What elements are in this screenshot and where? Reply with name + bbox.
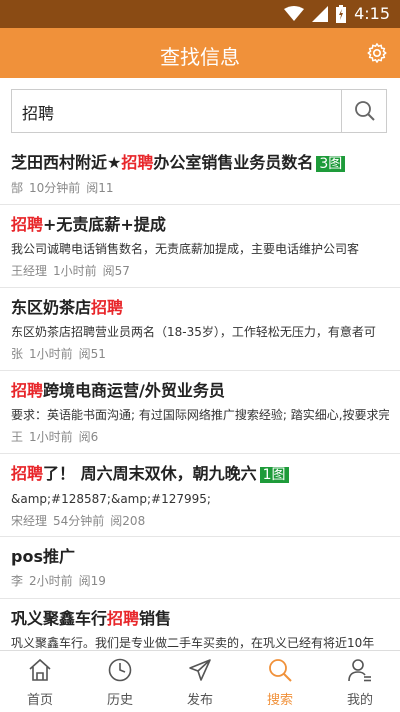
app-bar: 查找信息	[0, 28, 400, 78]
list-item[interactable]: 招聘了！ 周六周末双休，朝九晚六 1图 &amp;#128587;&amp;#12…	[0, 454, 400, 537]
bottom-tab-bar: 首页 历史 发布 搜索 我的	[0, 650, 400, 712]
item-meta: 张 1小时前 阅51	[11, 347, 106, 361]
search-input[interactable]	[20, 98, 344, 126]
item-title: pos推广	[11, 547, 75, 566]
tab-label: 搜索	[266, 693, 293, 708]
clock-icon	[108, 658, 132, 682]
search-button[interactable]	[341, 90, 386, 132]
item-description: 东区奶茶店招聘营业员两名（18-35岁），工作轻松无压力，有意者可	[11, 325, 376, 339]
gear-icon[interactable]	[366, 42, 388, 64]
tab-label: 发布	[186, 693, 213, 708]
list-item[interactable]: 东区奶茶店招聘 东区奶茶店招聘营业员两名（18-35岁），工作轻松无压力，有意者…	[0, 288, 400, 371]
status-bar: 4:15	[0, 0, 400, 28]
signal-icon	[312, 5, 329, 22]
item-title: 东区奶茶店招聘	[11, 298, 124, 317]
send-icon	[189, 659, 211, 681]
item-description: 要求：英语能书面沟通; 有过国际网络推广搜索经验; 踏实细心,按要求完	[11, 408, 389, 422]
item-meta: 李 2小时前 阅19	[11, 574, 106, 588]
user-icon	[348, 659, 371, 682]
item-description: 巩义聚鑫车行。我们是专业做二手车买卖的，在巩义已经有将近10年	[11, 636, 375, 650]
page-title: 查找信息	[160, 45, 240, 69]
tab-publish[interactable]: 发布	[160, 651, 240, 712]
status-time: 4:15	[354, 4, 390, 23]
item-meta: 宋经理 54分钟前 阅208	[11, 514, 146, 528]
item-description: &amp;#128587;&amp;#127995;	[11, 492, 211, 506]
image-count-badge: 3图	[316, 156, 346, 172]
list-item[interactable]: 招聘+无责底薪+提成 我公司诚聘电话销售数名，无责底薪加提成，主要电话维护公司客…	[0, 205, 400, 288]
image-count-badge: 1图	[259, 467, 289, 483]
search-icon	[355, 101, 375, 121]
item-title: 招聘了！ 周六周末双休，朝九晚六 1图	[11, 462, 389, 487]
search-icon	[269, 659, 292, 682]
tab-home[interactable]: 首页	[0, 651, 80, 712]
tab-label: 历史	[106, 693, 133, 708]
item-title: 巩义聚鑫车行招聘销售	[11, 609, 172, 628]
list-item[interactable]: 巩义聚鑫车行招聘销售 巩义聚鑫车行。我们是专业做二手车买卖的，在巩义已经有将近1…	[0, 599, 400, 650]
item-meta: 郜 10分钟前 阅11	[11, 181, 114, 195]
item-meta: 王经理 1小时前 阅57	[11, 264, 130, 278]
tab-history[interactable]: 历史	[80, 651, 160, 712]
list-item[interactable]: pos推广 李 2小时前 阅19	[0, 537, 400, 599]
list-item[interactable]: 芝田西村附近★招聘办公室销售业务员数名 3图 郜 10分钟前 阅11	[0, 143, 400, 205]
item-title: 招聘+无责底薪+提成	[11, 215, 166, 234]
result-list: 芝田西村附近★招聘办公室销售业务员数名 3图 郜 10分钟前 阅11 招聘+无责底薪+…	[0, 143, 400, 650]
item-title: 芝田西村附近★招聘办公室销售业务员数名 3图	[11, 151, 389, 176]
list-item[interactable]: 招聘跨境电商运营/外贸业务员 要求：英语能书面沟通; 有过国际网络推广搜索经验;…	[0, 371, 400, 454]
tab-mine[interactable]: 我的	[320, 651, 400, 712]
home-icon	[29, 658, 51, 681]
tab-label: 我的	[346, 693, 373, 708]
wifi-icon	[284, 5, 305, 21]
tab-label: 首页	[26, 693, 53, 708]
search-box	[11, 89, 387, 133]
tab-search[interactable]: 搜索	[240, 651, 320, 712]
item-meta: 王 1小时前 阅6	[11, 430, 99, 444]
battery-icon	[336, 4, 347, 23]
item-description: 我公司诚聘电话销售数名，无责底薪加提成，主要电话维护公司客	[11, 242, 360, 256]
item-title: 招聘跨境电商运营/外贸业务员	[11, 381, 225, 400]
